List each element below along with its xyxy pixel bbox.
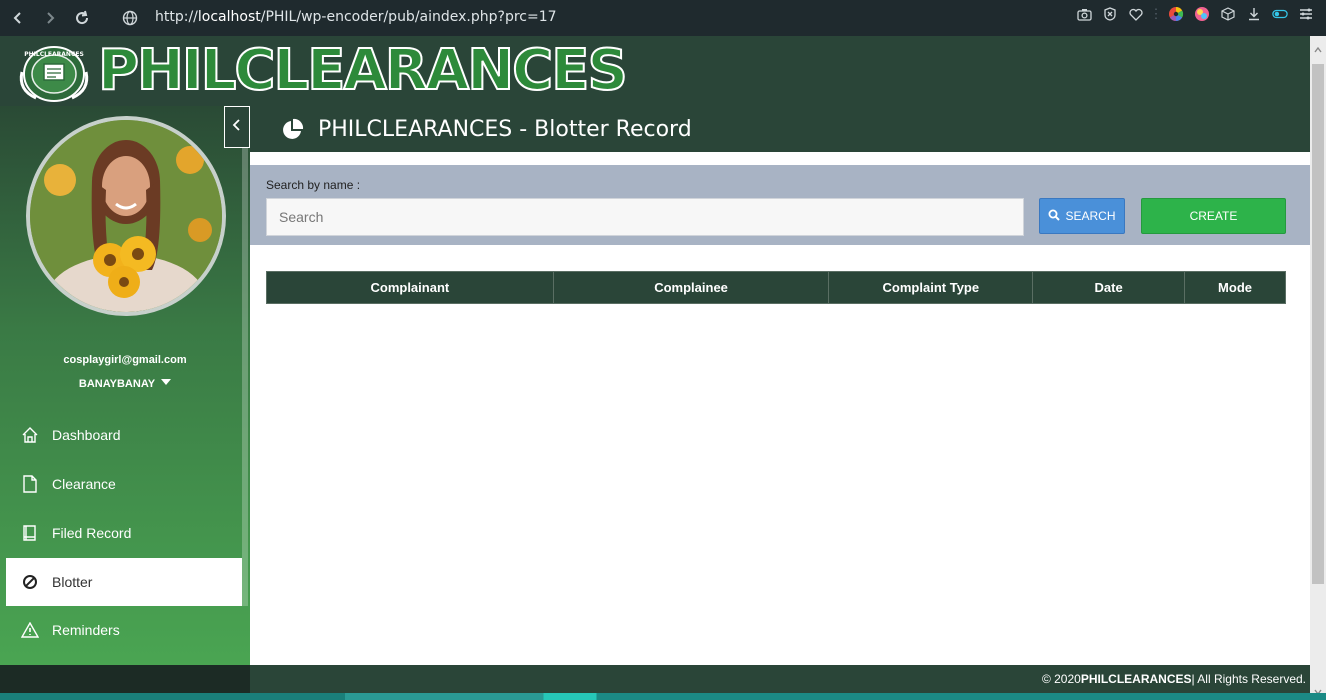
book-icon [20,523,40,543]
scroll-up-icon[interactable] [1314,40,1322,58]
caret-down-icon [161,379,172,385]
address-bar[interactable]: http://localhost/PHIL/wp-encoder/pub/ain… [155,9,557,25]
url-path: /PHIL/wp-encoder/pub/aindex.php?prc=17 [260,9,557,25]
warning-icon [20,620,40,640]
menu-icon[interactable] [1298,6,1314,22]
sidebar: cosplaygirl@gmail.com BANAYBANAY Dashboa… [0,106,250,665]
taskbar-strip [0,693,1326,700]
sidebar-item-label: Blotter [52,574,93,590]
sidebar-item-clearance[interactable]: Clearance [6,460,242,508]
column-header-complainee[interactable]: Complainee [552,271,830,304]
color-wheel-icon[interactable] [1168,6,1184,22]
ban-icon [20,572,40,592]
footer-copyright: © 2020 [1041,672,1081,686]
create-button[interactable]: CREATE [1141,198,1286,234]
user-email: cosplaygirl@gmail.com [63,354,187,366]
globe-icon [116,4,144,32]
sidebar-item-reminders[interactable]: Reminders [6,606,242,654]
url-scheme: http:// [155,9,198,25]
search-label: Search by name : [266,178,361,192]
forward-icon[interactable] [36,4,64,32]
divider-icon: ⋮ [1149,6,1163,21]
browser-toolbar: http://localhost/PHIL/wp-encoder/pub/ain… [0,0,1326,36]
home-icon [20,425,40,445]
sidebar-item-filed-record[interactable]: Filed Record [6,509,242,557]
user-location-label: BANAYBANAY [78,378,156,390]
download-icon[interactable] [1246,6,1262,22]
search-panel: Search by name : SEARCH CREATE [250,165,1310,245]
sidebar-item-label: Reminders [52,622,120,638]
logo-seal-icon: PHILCLEARANCES [16,42,92,102]
user-location-dropdown[interactable]: BANAYBANAY [0,378,250,390]
chevron-left-icon [232,118,242,137]
reload-icon[interactable] [68,4,96,32]
avatar [26,116,226,316]
adblock-icon[interactable] [1102,6,1118,22]
page-scrollbar[interactable] [1310,36,1326,700]
search-button-label: SEARCH [1065,209,1116,223]
search-icon [1048,209,1061,224]
toggle-icon[interactable] [1272,6,1288,22]
sidebar-item-label: Filed Record [52,525,132,541]
cube-icon[interactable] [1220,6,1236,22]
sidebar-item-label: Dashboard [52,427,121,443]
page-title: PHILCLEARANCES - Blotter Record [318,117,692,142]
main-content: PHILCLEARANCES - Blotter Record Search b… [250,106,1310,665]
column-header-mode[interactable]: Mode [1184,271,1286,304]
footer-rights: | All Rights Reserved. [1191,672,1307,686]
table-header-row: Complainant Complainee Complaint Type Da… [266,271,1286,304]
sidebar-item-label: Clearance [52,476,116,492]
camera-icon[interactable] [1076,6,1092,22]
search-input[interactable] [266,198,1024,236]
footer-brand: PHILCLEARANCES [1080,672,1192,686]
url-host: localhost [197,9,261,25]
sidebar-collapse-button[interactable] [224,106,250,148]
page-header: PHILCLEARANCES - Blotter Record [250,106,1310,154]
palette-icon[interactable] [1194,6,1210,22]
column-header-complainant[interactable]: Complainant [266,271,554,304]
document-icon [20,474,40,494]
seal-text: PHILCLEARANCES [24,51,84,58]
sidebar-item-dashboard[interactable]: Dashboard [6,411,242,459]
create-button-label: CREATE [1189,209,1238,223]
column-header-complaint-type[interactable]: Complaint Type [828,271,1034,304]
heart-icon[interactable] [1128,6,1144,22]
back-icon[interactable] [4,4,32,32]
column-header-date[interactable]: Date [1032,271,1186,304]
sidebar-item-blotter[interactable]: Blotter [6,558,242,606]
scrollbar-thumb[interactable] [1312,64,1324,584]
footer: © 2020 PHILCLEARANCES | All Rights Reser… [250,665,1310,693]
app-header: PHILCLEARANCES PHILCLEARANCES [0,36,1310,106]
blotter-table: Complainant Complainee Complaint Type Da… [266,271,1286,304]
search-button[interactable]: SEARCH [1039,198,1125,234]
brand-logo-text: PHILCLEARANCES [97,37,629,104]
pie-chart-icon [280,118,304,142]
